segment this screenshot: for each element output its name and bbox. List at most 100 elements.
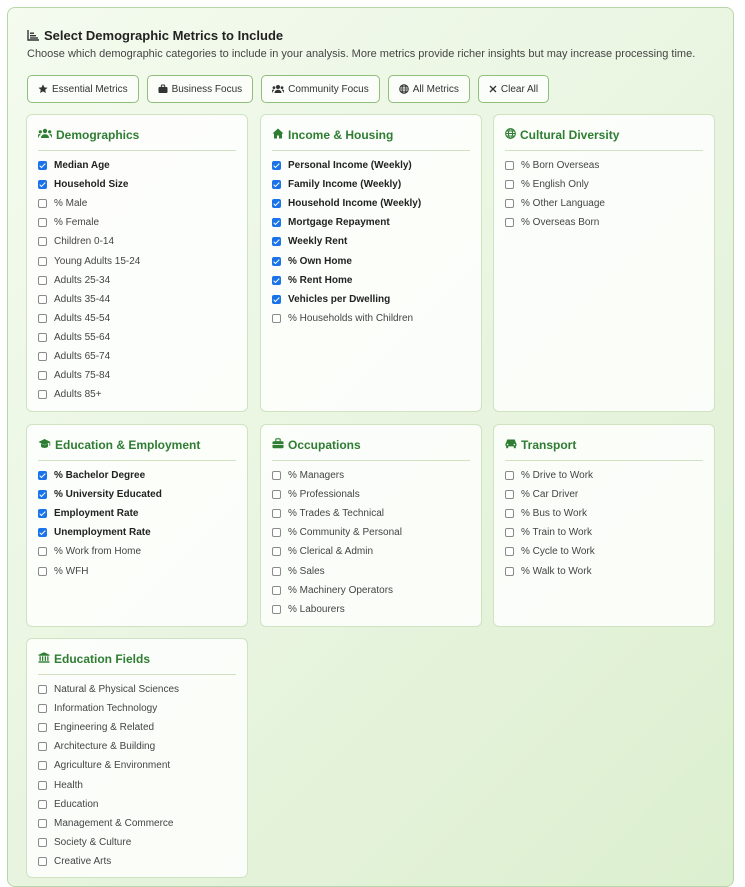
checkbox[interactable] bbox=[505, 490, 514, 500]
checkbox[interactable] bbox=[272, 161, 281, 171]
metric-option-pct-trades-and-technical[interactable]: % Trades & Technical bbox=[272, 504, 473, 523]
metric-option-pct-clerical-and-admin[interactable]: % Clerical & Admin bbox=[272, 542, 473, 561]
metric-option-pct-sales[interactable]: % Sales bbox=[272, 561, 473, 580]
checkbox[interactable] bbox=[38, 351, 47, 361]
metric-option-pct-car-driver[interactable]: % Car Driver bbox=[505, 485, 706, 504]
metric-option-vehicles-per-dwelling[interactable]: Vehicles per Dwelling bbox=[272, 290, 473, 309]
checkbox[interactable] bbox=[272, 180, 281, 190]
checkbox[interactable] bbox=[38, 471, 47, 481]
business-focus-button[interactable]: Business Focus bbox=[146, 75, 254, 103]
checkbox[interactable] bbox=[38, 818, 47, 828]
metric-option-pct-own-home[interactable]: % Own Home bbox=[272, 251, 473, 270]
checkbox[interactable] bbox=[272, 218, 281, 228]
metric-option-pct-rent-home[interactable]: % Rent Home bbox=[272, 271, 473, 290]
metric-option-pct-other-language[interactable]: % Other Language bbox=[505, 194, 706, 213]
metric-option-pct-labourers[interactable]: % Labourers bbox=[272, 600, 473, 619]
metric-option-society-and-culture[interactable]: Society & Culture bbox=[38, 833, 239, 852]
checkbox[interactable] bbox=[272, 237, 281, 247]
checkbox[interactable] bbox=[38, 685, 47, 695]
metric-option-pct-bus-to-work[interactable]: % Bus to Work bbox=[505, 504, 706, 523]
metric-option-engineering-and-related[interactable]: Engineering & Related bbox=[38, 718, 239, 737]
checkbox[interactable] bbox=[38, 332, 47, 342]
checkbox[interactable] bbox=[272, 294, 281, 304]
checkbox[interactable] bbox=[38, 547, 47, 557]
checkbox[interactable] bbox=[38, 723, 47, 733]
metric-option-family-income-weekly[interactable]: Family Income (Weekly) bbox=[272, 175, 473, 194]
metric-option-architecture-and-building[interactable]: Architecture & Building bbox=[38, 737, 239, 756]
checkbox[interactable] bbox=[38, 294, 47, 304]
clear-all-button[interactable]: Clear All bbox=[477, 75, 550, 103]
metric-option-pct-english-only[interactable]: % English Only bbox=[505, 175, 706, 194]
checkbox[interactable] bbox=[38, 704, 47, 714]
checkbox[interactable] bbox=[38, 371, 47, 381]
metric-option-management-and-commerce[interactable]: Management & Commerce bbox=[38, 814, 239, 833]
metric-option-pct-male[interactable]: % Male bbox=[38, 194, 239, 213]
metric-option-pct-households-with-children[interactable]: % Households with Children bbox=[272, 309, 473, 328]
metric-option-weekly-rent[interactable]: Weekly Rent bbox=[272, 232, 473, 251]
checkbox[interactable] bbox=[38, 742, 47, 752]
checkbox[interactable] bbox=[38, 199, 47, 209]
checkbox[interactable] bbox=[38, 390, 47, 400]
metric-option-pct-machinery-operators[interactable]: % Machinery Operators bbox=[272, 581, 473, 600]
metric-option-household-size[interactable]: Household Size bbox=[38, 175, 239, 194]
metric-option-young-adults-15-24[interactable]: Young Adults 15-24 bbox=[38, 251, 239, 270]
metric-option-pct-bachelor-degree[interactable]: % Bachelor Degree bbox=[38, 466, 239, 485]
checkbox[interactable] bbox=[272, 509, 281, 519]
checkbox[interactable] bbox=[272, 199, 281, 209]
all-metrics-button[interactable]: All Metrics bbox=[387, 75, 470, 103]
checkbox[interactable] bbox=[272, 528, 281, 538]
metric-option-adults-75-84[interactable]: Adults 75-84 bbox=[38, 366, 239, 385]
metric-option-pct-cycle-to-work[interactable]: % Cycle to Work bbox=[505, 542, 706, 561]
checkbox[interactable] bbox=[38, 218, 47, 228]
checkbox[interactable] bbox=[38, 780, 47, 790]
checkbox[interactable] bbox=[505, 566, 514, 576]
checkbox[interactable] bbox=[38, 761, 47, 771]
checkbox[interactable] bbox=[38, 837, 47, 847]
metric-option-pct-community-and-personal[interactable]: % Community & Personal bbox=[272, 523, 473, 542]
checkbox[interactable] bbox=[38, 799, 47, 809]
essential-metrics-button[interactable]: Essential Metrics bbox=[27, 75, 139, 103]
metric-option-health[interactable]: Health bbox=[38, 775, 239, 794]
checkbox[interactable] bbox=[272, 547, 281, 557]
metric-option-adults-45-54[interactable]: Adults 45-54 bbox=[38, 309, 239, 328]
checkbox[interactable] bbox=[272, 604, 281, 614]
checkbox[interactable] bbox=[272, 313, 281, 323]
metric-option-pct-female[interactable]: % Female bbox=[38, 213, 239, 232]
metric-option-pct-walk-to-work[interactable]: % Walk to Work bbox=[505, 561, 706, 580]
checkbox[interactable] bbox=[272, 566, 281, 576]
metric-option-natural-and-physical-sciences[interactable]: Natural & Physical Sciences bbox=[38, 680, 239, 699]
checkbox[interactable] bbox=[505, 199, 514, 209]
metric-option-household-income-weekly[interactable]: Household Income (Weekly) bbox=[272, 194, 473, 213]
metric-option-creative-arts[interactable]: Creative Arts bbox=[38, 852, 239, 871]
checkbox[interactable] bbox=[38, 313, 47, 323]
metric-option-pct-university-educated[interactable]: % University Educated bbox=[38, 485, 239, 504]
metric-option-personal-income-weekly[interactable]: Personal Income (Weekly) bbox=[272, 156, 473, 175]
checkbox[interactable] bbox=[505, 547, 514, 557]
metric-option-pct-overseas-born[interactable]: % Overseas Born bbox=[505, 213, 706, 232]
checkbox[interactable] bbox=[38, 237, 47, 247]
metric-option-pct-work-from-home[interactable]: % Work from Home bbox=[38, 542, 239, 561]
checkbox[interactable] bbox=[272, 275, 281, 285]
metric-option-pct-professionals[interactable]: % Professionals bbox=[272, 485, 473, 504]
checkbox[interactable] bbox=[505, 509, 514, 519]
metric-option-employment-rate[interactable]: Employment Rate bbox=[38, 504, 239, 523]
checkbox[interactable] bbox=[38, 509, 47, 519]
metric-option-pct-drive-to-work[interactable]: % Drive to Work bbox=[505, 466, 706, 485]
checkbox[interactable] bbox=[272, 490, 281, 500]
metric-option-pct-train-to-work[interactable]: % Train to Work bbox=[505, 523, 706, 542]
checkbox[interactable] bbox=[272, 256, 281, 266]
metric-option-pct-born-overseas[interactable]: % Born Overseas bbox=[505, 156, 706, 175]
checkbox[interactable] bbox=[505, 161, 514, 171]
metric-option-children-0-14[interactable]: Children 0-14 bbox=[38, 232, 239, 251]
metric-option-adults-85[interactable]: Adults 85+ bbox=[38, 385, 239, 404]
metric-option-adults-55-64[interactable]: Adults 55-64 bbox=[38, 328, 239, 347]
checkbox[interactable] bbox=[272, 471, 281, 481]
checkbox[interactable] bbox=[505, 528, 514, 538]
metric-option-information-technology[interactable]: Information Technology bbox=[38, 699, 239, 718]
metric-option-pct-wfh[interactable]: % WFH bbox=[38, 561, 239, 580]
checkbox[interactable] bbox=[38, 566, 47, 576]
metric-option-agriculture-and-environment[interactable]: Agriculture & Environment bbox=[38, 756, 239, 775]
checkbox[interactable] bbox=[505, 471, 514, 481]
checkbox[interactable] bbox=[38, 180, 47, 190]
checkbox[interactable] bbox=[38, 161, 47, 171]
